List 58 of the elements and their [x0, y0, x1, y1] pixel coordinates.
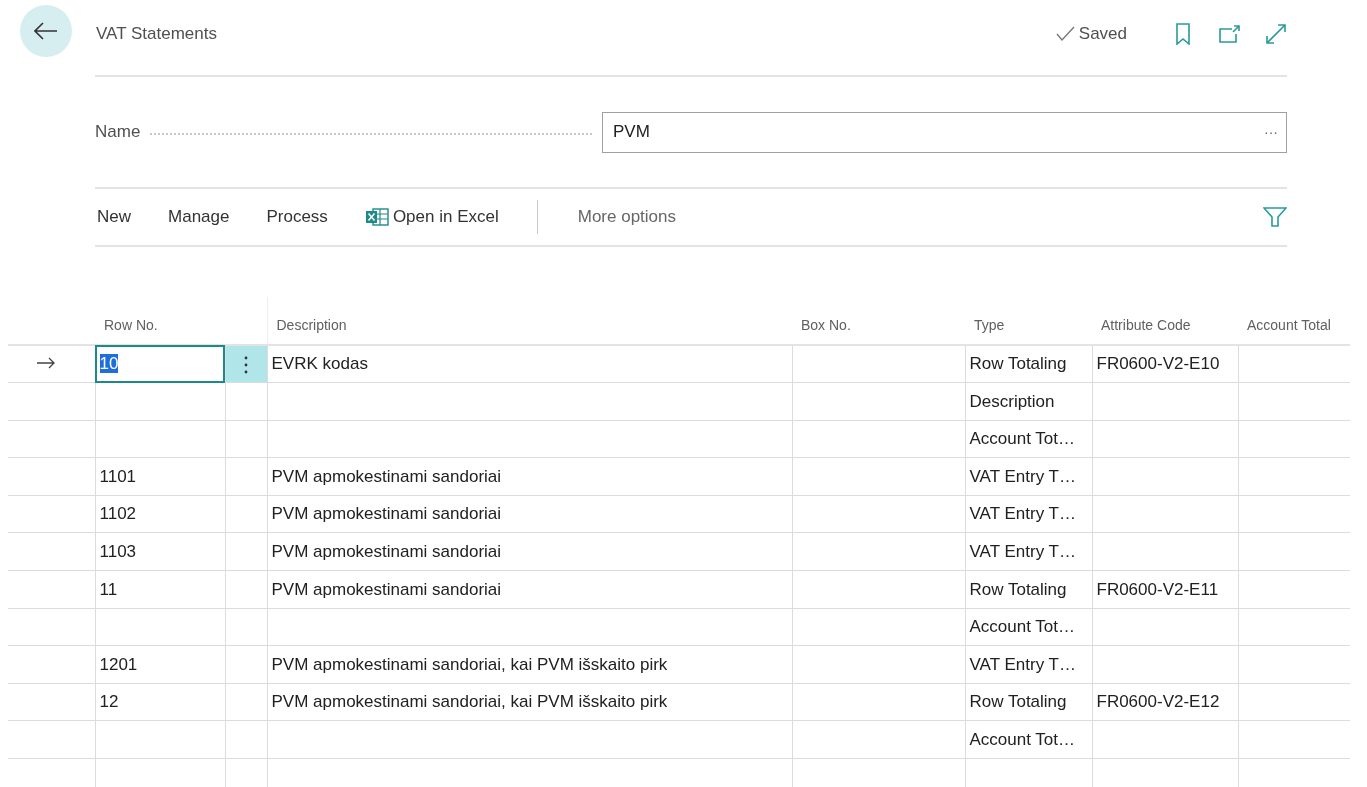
row-actions-button[interactable] [244, 354, 248, 374]
type-cell: Row Totaling [969, 579, 1067, 599]
spreadsheet-icon [364, 207, 389, 227]
type-cell: Row Totaling [969, 692, 1067, 712]
description-cell: PVM apmokestinami sandoriai [271, 542, 502, 561]
attribute-code-cell: FR0600-V2-E10 [1096, 354, 1220, 374]
type-cell: Account Tot… [969, 730, 1076, 749]
page-title: VAT Statements [96, 23, 217, 45]
bookmark-button[interactable] [1175, 22, 1191, 45]
save-status: Saved [1078, 23, 1127, 45]
description-cell: EVRK kodas [271, 354, 368, 374]
type-cell: Account Tot… [969, 429, 1076, 449]
type-cell: Row Totaling [969, 354, 1067, 374]
assist-button[interactable]: ··· [1264, 121, 1278, 143]
description-cell: PVM apmokestinami sandoriai [271, 466, 502, 486]
column-header[interactable]: Box No. [801, 317, 851, 333]
more-options-button[interactable]: More options [575, 204, 678, 230]
checkmark-icon [1054, 25, 1075, 42]
attribute-code-cell: FR0600-V2-E11 [1096, 579, 1219, 599]
type-cell: VAT Entry T… [969, 542, 1076, 561]
type-cell: Account Tot… [969, 617, 1076, 637]
row-number-cell: 1101 [99, 466, 137, 486]
row-number-cell: 1103 [99, 542, 137, 561]
description-cell: PVM apmokestinami sandoriai [271, 504, 502, 524]
expand-icon [1265, 22, 1287, 45]
bookmark-icon [1175, 22, 1191, 45]
column-header[interactable]: Row No. [104, 317, 158, 333]
description-cell: PVM apmokestinami sandoriai, kai PVM išskaito pirk [271, 654, 668, 674]
column-header[interactable]: Description [276, 317, 347, 333]
attribute-code-cell: FR0600-V2-E12 [1096, 692, 1220, 712]
type-cell: VAT Entry T… [969, 504, 1076, 524]
filter-button[interactable] [1263, 206, 1287, 228]
column-header[interactable]: Attribute Code [1101, 317, 1191, 333]
open-in-excel-button[interactable]: Open in Excel [362, 204, 501, 230]
type-cell: VAT Entry T… [969, 654, 1076, 674]
name-field[interactable]: PVM ··· [602, 111, 1287, 153]
row-number-cell: 1102 [99, 504, 137, 524]
open-new-window-button[interactable] [1219, 23, 1241, 44]
name-label: Name [95, 121, 141, 144]
column-header[interactable]: Account Total [1247, 317, 1331, 333]
vertical-dots-icon [244, 355, 248, 374]
row-number-cell: 1201 [99, 654, 138, 674]
row-number-cell: 11 [99, 579, 118, 599]
type-cell: Description [969, 391, 1055, 411]
type-cell: VAT Entry T… [969, 466, 1076, 486]
open-in-window-icon [1219, 23, 1241, 44]
back-arrow-icon [34, 22, 58, 40]
action-menu-button[interactable]: Process [264, 204, 330, 230]
description-cell: PVM apmokestinami sandoriai, kai PVM išskaito pirk [271, 692, 668, 712]
action-menu-button[interactable]: Manage [166, 204, 232, 230]
description-cell: PVM apmokestinami sandoriai [271, 579, 502, 599]
column-header[interactable]: Type [974, 317, 1005, 333]
filter-icon [1263, 206, 1287, 228]
row-number-cell: 12 [99, 692, 119, 712]
expand-button[interactable] [1265, 22, 1287, 45]
row-number-cell: 10 [99, 354, 119, 374]
action-menu-button[interactable]: New [95, 204, 133, 230]
back-button[interactable] [20, 5, 72, 57]
